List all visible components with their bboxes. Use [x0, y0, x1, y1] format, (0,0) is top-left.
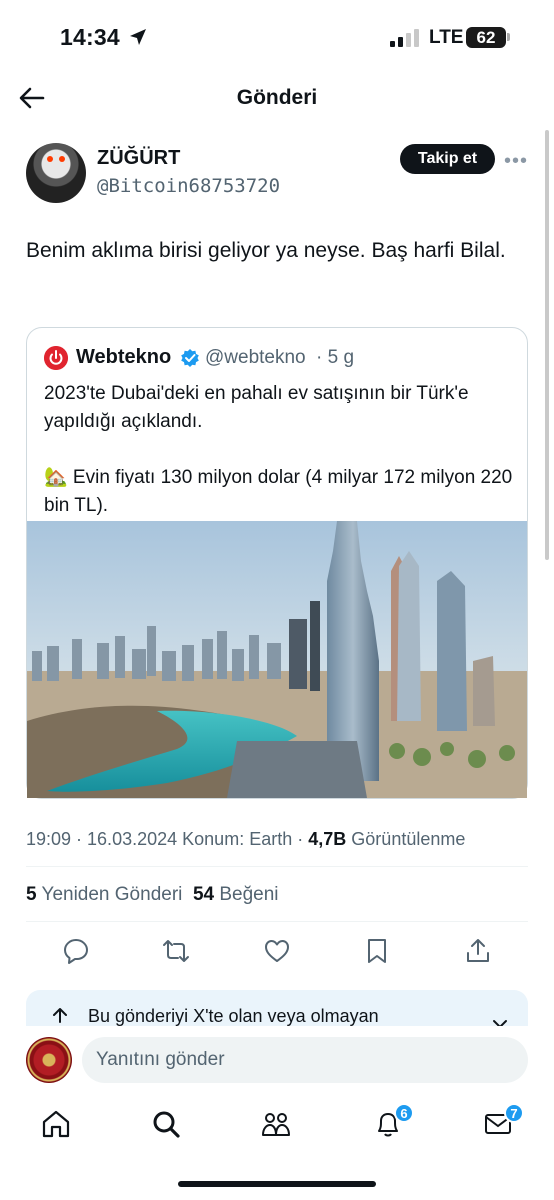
signal-icon [390, 29, 419, 47]
reply-icon[interactable] [62, 937, 90, 965]
quoted-time: · 5 g [316, 347, 355, 368]
share-icon[interactable] [464, 937, 492, 965]
tweet-text: Benim aklıma birisi geliyor ya neyse. Ba… [26, 239, 506, 262]
webtekno-logo-icon [44, 346, 68, 370]
tweet-meta: 19:09 · 16.03.2024 Konum: Earth · 4,7B G… [26, 829, 465, 850]
home-indicator [178, 1181, 376, 1187]
dubai-skyline-image[interactable] [27, 521, 527, 798]
views-count: 4,7B [308, 829, 347, 849]
author-handle[interactable]: @Bitcoin68753720 [97, 175, 280, 197]
messages-badge: 7 [504, 1103, 524, 1123]
battery-tip [507, 33, 510, 41]
battery-indicator: 62 [466, 27, 506, 48]
bookmark-icon[interactable] [363, 937, 391, 965]
current-user-avatar[interactable] [26, 1037, 72, 1083]
reposts-label[interactable]: Yeniden Gönderi [42, 884, 183, 905]
like-heart-icon[interactable] [263, 937, 291, 965]
back-arrow-icon[interactable] [18, 84, 46, 112]
author-name[interactable]: ZÜĞÜRT [97, 147, 180, 170]
likes-count[interactable]: 54 [193, 884, 214, 905]
avatar-glowing-eyes [47, 156, 65, 162]
divider [26, 921, 528, 922]
verified-badge-icon [181, 349, 199, 367]
communities-icon[interactable] [260, 1108, 292, 1140]
home-icon[interactable] [40, 1108, 72, 1140]
tweet-location: Konum: Earth [182, 829, 293, 849]
engagement-stats: 5 Yeniden Gönderi 54 Beğeni [26, 884, 279, 906]
author-avatar[interactable] [26, 143, 86, 203]
quoted-text-line1: 2023'te Dubai'deki en pahalı ev satışını… [44, 383, 469, 432]
reposts-count[interactable]: 5 [26, 884, 37, 905]
scrollbar[interactable] [545, 130, 549, 560]
views-label: Görüntülenme [351, 829, 466, 849]
quoted-text-line2: 🏡 Evin fiyatı 130 milyon dolar (4 milyar… [44, 467, 513, 516]
banner-text: Bu gönderiyi X'te olan veya olmayan [88, 1006, 379, 1026]
tweet-timestamp: 19:09 · 16.03.2024 [26, 829, 178, 849]
likes-label[interactable]: Beğeni [219, 884, 278, 905]
more-options-icon[interactable]: ••• [504, 150, 528, 173]
page-title: Gönderi [236, 86, 318, 109]
repost-icon[interactable] [162, 937, 190, 965]
search-icon[interactable] [150, 1108, 182, 1140]
quoted-author-name[interactable]: Webtekno [76, 346, 171, 369]
location-arrow-icon [130, 29, 146, 45]
notifications-badge: 6 [394, 1103, 414, 1123]
network-type: LTE [429, 27, 464, 48]
quoted-author-handle[interactable]: @webtekno [205, 347, 306, 369]
meta-separator: · [297, 829, 304, 849]
follow-button[interactable]: Takip et [400, 144, 495, 174]
divider [26, 866, 528, 867]
status-time: 14:34 [60, 24, 120, 50]
reply-input[interactable] [82, 1037, 528, 1083]
quoted-text: 2023'te Dubai'deki en pahalı ev satışını… [44, 380, 516, 520]
